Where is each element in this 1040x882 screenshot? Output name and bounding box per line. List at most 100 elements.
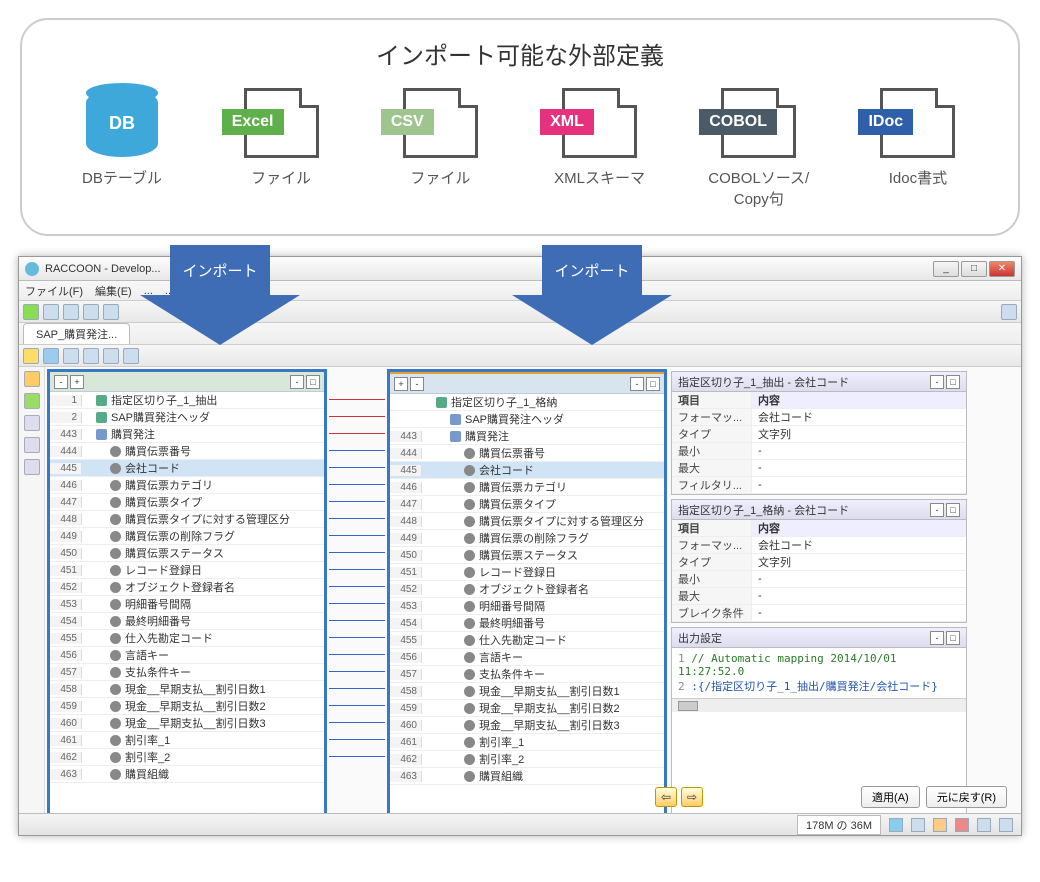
status-icon[interactable] xyxy=(999,818,1013,832)
tree-row[interactable]: 457支払条件キー xyxy=(390,666,664,683)
menu-item[interactable]: 編集(E) xyxy=(95,283,132,299)
tree-row[interactable]: 461割引率_1 xyxy=(50,732,324,749)
tree-row[interactable]: 2SAP購買発注ヘッダ xyxy=(50,409,324,426)
tree-row[interactable]: 456言語キー xyxy=(390,649,664,666)
panel-header[interactable]: 指定区切り子_1_抽出 - 会社コード -□ xyxy=(672,372,966,392)
restore-icon[interactable]: □ xyxy=(946,375,960,389)
property-row[interactable]: タイプ文字列 xyxy=(672,426,966,443)
tree-row[interactable]: 445会社コード xyxy=(390,462,664,479)
apply-button[interactable]: 適用(A) xyxy=(861,786,920,808)
tree-row[interactable]: 452オブジェクト登録者名 xyxy=(390,581,664,598)
tool-icon[interactable] xyxy=(63,348,79,364)
source-tree-panel[interactable]: - + - □ 1指定区切り子_1_抽出2SAP購買発注ヘッダ443購買発注44… xyxy=(47,369,327,833)
tree-body[interactable]: 指定区切り子_1_格納SAP購買発注ヘッダ443購買発注444購買伝票番号445… xyxy=(390,394,664,814)
property-row[interactable]: 最小- xyxy=(672,571,966,588)
tree-row[interactable]: 449購買伝票の削除フラグ xyxy=(50,528,324,545)
collapse-icon[interactable]: - xyxy=(54,375,68,389)
output-scrollbar[interactable] xyxy=(672,698,966,712)
tree-row[interactable]: 458現金__早期支払__割引日数1 xyxy=(390,683,664,700)
tree-row[interactable]: 指定区切り子_1_格納 xyxy=(390,394,664,411)
status-icon[interactable] xyxy=(977,818,991,832)
save-icon[interactable] xyxy=(63,304,79,320)
tree-body[interactable]: 1指定区切り子_1_抽出2SAP購買発注ヘッダ443購買発注444購買伝票番号4… xyxy=(50,392,324,814)
target-tree-panel[interactable]: + - - □ 指定区切り子_1_格納SAP購買発注ヘッダ443購買発注444購… xyxy=(387,369,667,833)
tree-row[interactable]: 455仕入先勘定コード xyxy=(50,630,324,647)
tree-row[interactable]: 449購買伝票の削除フラグ xyxy=(390,530,664,547)
close-button[interactable]: ✕ xyxy=(989,261,1015,277)
tree-row[interactable]: 450購買伝票ステータス xyxy=(50,545,324,562)
menu-item[interactable]: ファイル(F) xyxy=(25,283,83,299)
tree-row[interactable]: 443購買発注 xyxy=(50,426,324,443)
tree-row[interactable]: 448購買伝票タイプに対する管理区分 xyxy=(390,513,664,530)
tree-row[interactable]: 446購買伝票カテゴリ xyxy=(390,479,664,496)
restore-icon[interactable]: □ xyxy=(946,503,960,517)
revert-button[interactable]: 元に戻す(R) xyxy=(926,786,1007,808)
minimize-button[interactable]: _ xyxy=(933,261,959,277)
tree-row[interactable]: 451レコード登録日 xyxy=(390,564,664,581)
tool-icon[interactable] xyxy=(103,348,119,364)
tree-row[interactable]: 452オブジェクト登録者名 xyxy=(50,579,324,596)
tree-toolbar[interactable]: + - - □ xyxy=(390,374,664,394)
expand-icon[interactable]: + xyxy=(394,377,408,391)
tool-icon[interactable] xyxy=(123,348,139,364)
property-row[interactable]: 最大- xyxy=(672,588,966,605)
status-icon[interactable] xyxy=(933,818,947,832)
perspective-icon[interactable] xyxy=(1001,304,1017,320)
tree-row[interactable]: 448購買伝票タイプに対する管理区分 xyxy=(50,511,324,528)
tree-row[interactable]: 443購買発注 xyxy=(390,428,664,445)
tool-icon[interactable] xyxy=(103,304,119,320)
tree-row[interactable]: 445会社コード xyxy=(50,460,324,477)
tool-icon[interactable] xyxy=(43,348,59,364)
output-body[interactable]: 1 // Automatic mapping 2014/10/01 11:27:… xyxy=(672,648,966,698)
property-row[interactable]: 項目内容 xyxy=(672,520,966,537)
tool-icon[interactable] xyxy=(24,459,40,475)
collapse-icon[interactable]: - xyxy=(410,377,424,391)
maximize-button[interactable]: □ xyxy=(961,261,987,277)
new-icon[interactable] xyxy=(23,304,39,320)
panel-header[interactable]: 出力設定 -□ xyxy=(672,628,966,648)
panel-header[interactable]: 指定区切り子_1_格納 - 会社コード -□ xyxy=(672,500,966,520)
property-table[interactable]: 項目内容フォーマッ...会社コードタイプ文字列最小-最大-ブレイク条件- xyxy=(672,520,966,622)
tree-row[interactable]: 461割引率_1 xyxy=(390,734,664,751)
restore-icon[interactable]: □ xyxy=(646,377,660,391)
tree-row[interactable]: 460現金__早期支払__割引日数3 xyxy=(50,715,324,732)
tree-row[interactable]: 454最終明細番号 xyxy=(50,613,324,630)
status-icon[interactable] xyxy=(911,818,925,832)
tree-row[interactable]: 451レコード登録日 xyxy=(50,562,324,579)
property-row[interactable]: タイプ文字列 xyxy=(672,554,966,571)
tool-icon[interactable] xyxy=(24,371,40,387)
tool-icon[interactable] xyxy=(83,304,99,320)
restore-icon[interactable]: □ xyxy=(946,631,960,645)
trash-icon[interactable] xyxy=(889,818,903,832)
tree-row[interactable]: 462割引率_2 xyxy=(390,751,664,768)
tree-toolbar[interactable]: - + - □ xyxy=(50,372,324,392)
tab-sap[interactable]: SAP_購買発注... xyxy=(23,323,130,344)
minimize-icon[interactable]: - xyxy=(930,375,944,389)
property-row[interactable]: 最大- xyxy=(672,460,966,477)
minimize-icon[interactable]: - xyxy=(930,503,944,517)
open-icon[interactable] xyxy=(43,304,59,320)
tree-row[interactable]: 447購買伝票タイプ xyxy=(50,494,324,511)
tree-row[interactable]: 444購買伝票番号 xyxy=(50,443,324,460)
nav-left-icon[interactable]: ⇦ xyxy=(655,787,677,807)
status-icon[interactable] xyxy=(955,818,969,832)
restore-icon[interactable]: □ xyxy=(306,375,320,389)
tree-row[interactable]: 460現金__早期支払__割引日数3 xyxy=(390,717,664,734)
minimize-icon[interactable]: - xyxy=(630,377,644,391)
tree-row[interactable]: 463購買組織 xyxy=(50,766,324,783)
tree-row[interactable]: 459現金__早期支払__割引日数2 xyxy=(390,700,664,717)
tree-row[interactable]: 1指定区切り子_1_抽出 xyxy=(50,392,324,409)
nav-right-icon[interactable]: ⇨ xyxy=(681,787,703,807)
tree-row[interactable]: 459現金__早期支払__割引日数2 xyxy=(50,698,324,715)
expand-icon[interactable]: + xyxy=(70,375,84,389)
tree-row[interactable]: SAP購買発注ヘッダ xyxy=(390,411,664,428)
tool-icon[interactable] xyxy=(24,393,40,409)
tree-row[interactable]: 446購買伝票カテゴリ xyxy=(50,477,324,494)
tree-row[interactable]: 447購買伝票タイプ xyxy=(390,496,664,513)
sub-toolbar[interactable] xyxy=(19,345,1021,367)
property-row[interactable]: フォーマッ...会社コード xyxy=(672,409,966,426)
tool-icon[interactable] xyxy=(83,348,99,364)
tree-row[interactable]: 444購買伝票番号 xyxy=(390,445,664,462)
property-row[interactable]: 項目内容 xyxy=(672,392,966,409)
tree-row[interactable]: 462割引率_2 xyxy=(50,749,324,766)
